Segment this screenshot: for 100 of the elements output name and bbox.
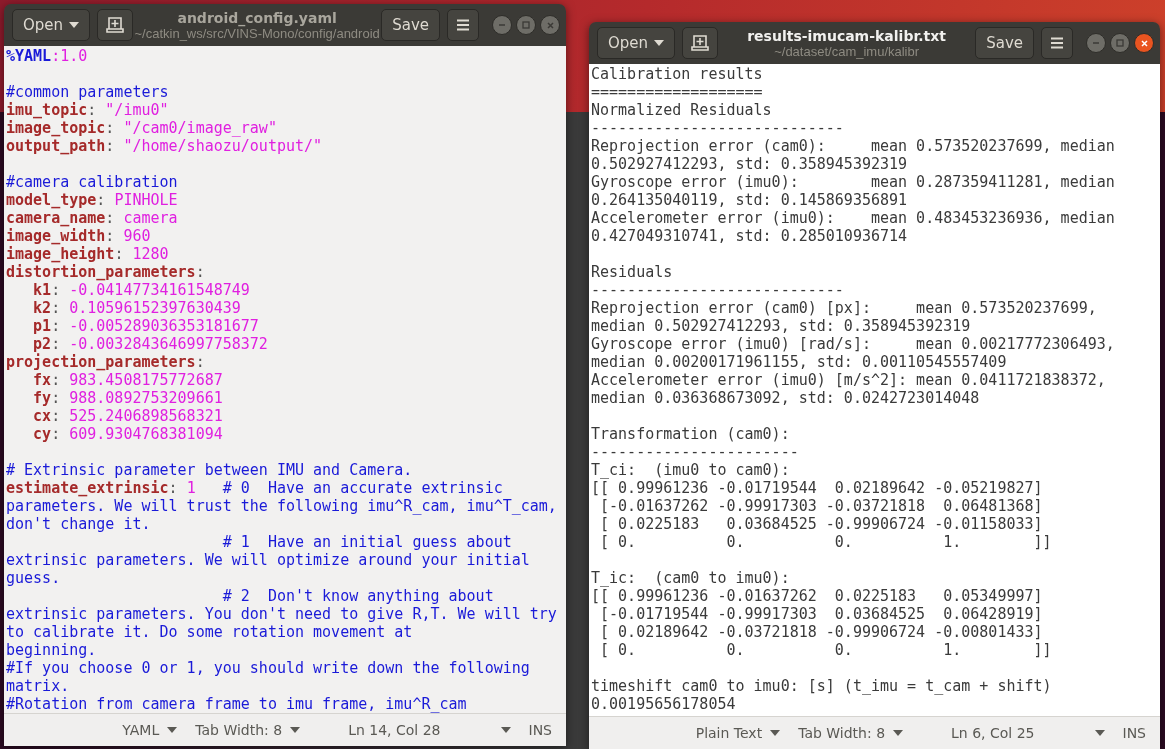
code-line: k1: -0.04147734161548749 <box>32 281 250 299</box>
code-line: projection_parameters: <box>6 353 205 371</box>
code-line: extrinsic parameters. We will optimize around your initial <box>6 551 530 569</box>
status-dropdown[interactable]: Plain Text <box>695 725 781 741</box>
caret-icon <box>500 727 511 733</box>
code-line: #Rotation from camera frame to imu frame, imu^R_cam <box>6 695 467 713</box>
code-line: beginning. <box>6 641 97 659</box>
text-line: ---------------------------- <box>591 119 844 137</box>
minus-icon <box>499 24 505 26</box>
square-icon <box>522 21 530 29</box>
text-line: T_ic: (cam0 to imu0): <box>591 569 790 587</box>
text-line: [ 0. 0. 0. 1. ]] <box>599 533 1052 551</box>
text-line: Gyroscope error (imu0): mean 0.287359411281, median <box>591 173 1115 191</box>
code-line: distortion_parameters: <box>6 263 205 281</box>
code-line: output_path: "/home/shaozu/output/" <box>6 137 323 155</box>
text-line: timeshift cam0 to imu0: [s] (t_imu = t_cam + shift) <box>591 677 1052 695</box>
file-path: ~/dataset/cam_imu/kalibr <box>774 43 920 59</box>
text-line: ---------------------------- <box>591 281 844 299</box>
text-line: [-0.01719544 -0.99917303 0.03684525 0.06428919] <box>599 605 1043 623</box>
code-line: don't change it. <box>6 515 151 533</box>
code-line: image_topic: "/cam0/image_raw" <box>6 119 277 137</box>
square-icon <box>1116 39 1124 47</box>
code-line: imu_topic: "/imu0" <box>6 101 169 119</box>
text-line: Transformation (cam0): <box>591 425 790 443</box>
text-line: Accelerometer error (imu0): mean 0.483453236936, median <box>591 209 1115 227</box>
code-line: camera_name: camera <box>6 209 178 227</box>
text-line: [ 0.0225183 0.03684525 -0.99906724 -0.01158033] <box>599 515 1043 533</box>
text-line: Normalized Residuals <box>591 101 772 119</box>
minimize-button[interactable] <box>1086 33 1106 53</box>
open-button[interactable]: Open <box>597 27 676 59</box>
menu-icon <box>1050 37 1064 49</box>
text-line: 0.502927412293, std: 0.358945392319 <box>591 155 908 173</box>
status-dropdown[interactable]: Tab Width: 8 <box>195 722 301 738</box>
caret-icon <box>69 22 80 28</box>
caret-icon <box>290 727 301 733</box>
code-line: #camera calibration <box>6 173 178 191</box>
menu-button[interactable] <box>1041 27 1073 59</box>
code-line: parameters. We will trust the following imu^R_cam, imu^T_cam, <box>6 497 557 515</box>
text-line: ----------------------- <box>591 443 799 461</box>
cursor-position: Ln 14, Col 28 <box>348 722 441 738</box>
save-button[interactable]: Save <box>381 9 440 41</box>
text-line: 0.00195656178054 <box>591 695 736 713</box>
code-line: model_type: PINHOLE <box>6 191 178 209</box>
code-line: #common parameters <box>6 83 169 101</box>
text-line: Reprojection error (cam0): mean 0.573520237699, median <box>591 137 1115 155</box>
text-line: [-0.01637262 -0.99917303 -0.03721818 0.06481368] <box>599 497 1043 515</box>
code-line: image_height: 1280 <box>6 245 169 263</box>
code-line: p1: -0.005289036353181677 <box>32 317 259 335</box>
code-line: cy: 609.9304768381094 <box>32 425 223 443</box>
text-line: Residuals <box>591 263 673 281</box>
text-line: 0.264135040119, std: 0.145869356891 <box>591 191 908 209</box>
code-line: estimate_extrinsic: 1 # 0 Have an accurate extrinsic <box>6 479 503 497</box>
save-button[interactable]: Save <box>975 27 1034 59</box>
window-title: android_config.yaml <box>177 9 337 26</box>
text-line: median 0.502927412293, std: 0.358945392319 <box>591 317 971 335</box>
new-document-icon <box>691 35 710 51</box>
menu-button[interactable] <box>447 9 479 41</box>
code-line: # Extrinsic parameter between IMU and Camera. <box>6 461 413 479</box>
code-line: # 1 Have an initial guess about <box>221 533 512 551</box>
new-document-button[interactable] <box>97 9 134 41</box>
new-document-button[interactable] <box>682 27 719 59</box>
text-line: [[ 0.99961236 -0.01719544 0.02189642 -0.05219827] <box>591 479 1043 497</box>
close-button[interactable] <box>1134 33 1154 53</box>
code-line: image_width: 960 <box>6 227 151 245</box>
text-line: 0.427049310741, std: 0.285010936714 <box>591 227 908 245</box>
code-line: k2: 0.10596152397630439 <box>32 299 241 317</box>
caret-icon <box>167 727 178 733</box>
window-title: results-imucam-kalibr.txt <box>747 27 947 44</box>
insert-mode: INS <box>1122 725 1146 741</box>
text-line: median 0.00200171961155, std: 0.00110545557409 <box>591 353 1007 371</box>
text-line: Accelerometer error (imu0) [m/s^2]: mean 0.0411721838372, <box>591 371 1106 389</box>
caret-icon <box>1094 730 1105 736</box>
text-line: [ 0. 0. 0. 1. ]] <box>599 641 1052 659</box>
text-line: [ 0.02189642 -0.03721818 -0.99906724 -0.00801433] <box>599 623 1043 641</box>
close-icon <box>1140 39 1148 47</box>
minus-icon <box>1093 42 1099 44</box>
menu-icon <box>456 19 470 31</box>
code-line: fy: 988.0892753209661 <box>32 389 223 407</box>
code-line: extrinsic parameters. You don't need to give R,T. We will try <box>6 605 557 623</box>
text-line: [[ 0.99961236 -0.01637262 0.0225183 0.05349997] <box>591 587 1043 605</box>
code-line: to calibrate it. Do some rotation movement at <box>6 623 413 641</box>
maximize-button[interactable] <box>516 15 536 35</box>
code-line: fx: 983.4508175772687 <box>32 371 223 389</box>
open-button[interactable]: Open <box>12 9 91 41</box>
code-line: guess. <box>6 569 61 587</box>
code-line: %YAML:1.0 <box>6 47 88 65</box>
text-line: Calibration results <box>591 65 763 83</box>
code-line: #If you choose 0 or 1, you should write down the following <box>6 659 530 677</box>
new-document-icon <box>106 17 125 33</box>
insert-mode: INS <box>528 722 552 738</box>
status-dropdown[interactable]: YAML <box>122 722 178 738</box>
cursor-position: Ln 6, Col 25 <box>951 725 1035 741</box>
close-icon <box>546 21 554 29</box>
code-line: cx: 525.2406898568321 <box>32 407 223 425</box>
status-dropdown[interactable]: Tab Width: 8 <box>798 725 904 741</box>
caret-icon <box>770 730 781 736</box>
code-line: # 2 Don't know anything about <box>221 587 494 605</box>
caret-icon <box>654 40 665 46</box>
minimize-button[interactable] <box>492 15 512 35</box>
code-line: p2: -0.0032843646997758372 <box>33 335 268 353</box>
